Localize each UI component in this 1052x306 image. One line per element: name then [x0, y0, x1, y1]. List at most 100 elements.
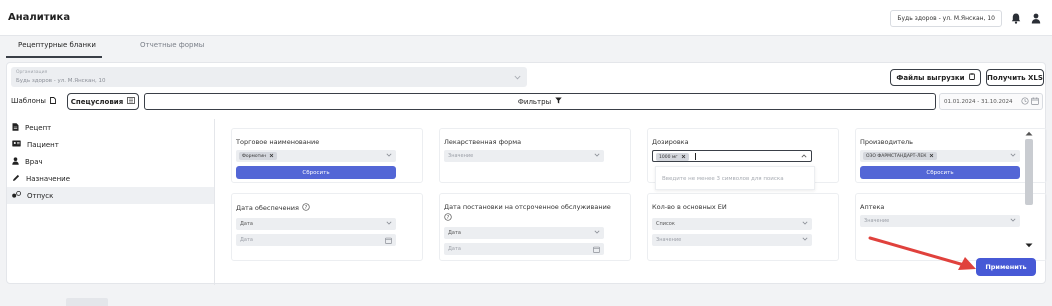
provision-date-label: Дата обеспечения: [236, 204, 299, 212]
date-range-value: 01.01.2024 - 31.10.2024: [944, 99, 1013, 105]
close-icon[interactable]: [269, 153, 274, 160]
tab-report-forms[interactable]: Отчетные формы: [140, 41, 204, 49]
dosage-form-label: Лекарственная форма: [444, 138, 522, 146]
deferred-date-type-select[interactable]: Дата: [444, 227, 604, 239]
units-type-select[interactable]: Список: [652, 218, 812, 230]
select-value: Список: [656, 221, 675, 227]
chevron-down-icon: [1010, 153, 1016, 159]
dosage-input[interactable]: 1000 мг: [652, 150, 812, 162]
sidebar-item-recipe[interactable]: Рецепт: [7, 119, 214, 136]
units-label: Кол-во в основных ЕИ: [652, 203, 727, 211]
chevron-down-icon: [594, 153, 600, 159]
date-range-field[interactable]: 01.01.2024 - 31.10.2024: [939, 93, 1043, 110]
chevron-down-icon: [1010, 218, 1016, 224]
manufacturer-filter: Производитель ОЗО ФАРМСТАНДАРТ-ЛЕК Сброс…: [855, 128, 1047, 183]
chevron-up-icon: [801, 154, 807, 160]
dosage-label: Дозировка: [652, 138, 689, 146]
sidebar-item-label: Рецепт: [25, 123, 52, 132]
placeholder-text: Значение: [864, 218, 890, 224]
bell-icon[interactable]: [1008, 10, 1024, 26]
sidebar-item-dispense[interactable]: Отпуск: [7, 187, 214, 204]
scrollbar-thumb[interactable]: [1025, 139, 1033, 205]
footer-tab-stub: [66, 298, 108, 306]
chip-label: Формотин: [242, 153, 267, 159]
page-title: Аналитика: [8, 12, 71, 23]
chevron-down-icon: [514, 73, 521, 82]
get-xls-button[interactable]: Получить XLS: [986, 69, 1044, 86]
sidebar-item-label: Врач: [25, 157, 43, 166]
templates-label: Шаблоны: [11, 97, 46, 105]
clock-icon: [1021, 97, 1029, 107]
manufacturer-select[interactable]: ОЗО ФАРМСТАНДАРТ-ЛЕК: [860, 150, 1020, 162]
id-card-icon: [12, 140, 21, 149]
pharmacy-label: Аптека: [860, 203, 885, 211]
apply-button[interactable]: Применить: [976, 258, 1036, 276]
trade-name-filter: Торговое наименование Формотин Сбросить: [231, 128, 423, 183]
organization-selector[interactable]: Будь здоров - ул. М.Янскан, 10: [890, 10, 1002, 27]
dosage-form-select[interactable]: Значение: [444, 150, 604, 162]
deferred-date-input[interactable]: Дата: [444, 243, 604, 255]
dosage-hint-dropdown: Введите не менее 3 символов для поиска: [655, 166, 815, 190]
trade-name-select[interactable]: Формотин: [236, 150, 396, 162]
special-conditions-button[interactable]: Спецусловия: [67, 93, 139, 110]
person-icon: [12, 156, 19, 167]
top-bar: Аналитика Будь здоров - ул. М.Янскан, 10: [0, 0, 1052, 36]
dosage-form-filter: Лекарственная форма Значение: [439, 128, 631, 183]
trade-name-label: Торговое наименование: [236, 138, 320, 146]
templates-button[interactable]: Шаблоны: [11, 93, 61, 109]
list-icon: [127, 97, 136, 106]
provision-date-input[interactable]: Дата: [236, 234, 396, 246]
document-icon: [50, 96, 56, 106]
calendar-icon[interactable]: [385, 237, 392, 246]
calendar-icon[interactable]: [593, 246, 600, 255]
vertical-scrollbar[interactable]: [1023, 127, 1033, 250]
tab-bar: Рецептурные бланки Отчетные формы: [0, 36, 1052, 60]
filters-label: Фильтры: [517, 97, 552, 106]
chevron-down-icon: [386, 153, 392, 159]
organization-field[interactable]: Организация Будь здоров - ул. М.Янскан, …: [11, 67, 527, 87]
sidebar-item-label: Пациент: [27, 140, 59, 149]
category-sidebar: Рецепт Пациент Врач Назначение Отпуск: [7, 119, 215, 285]
pills-icon: [12, 191, 21, 200]
pharmacy-select[interactable]: Значение: [860, 215, 1020, 227]
selected-chip: ОЗО ФАРМСТАНДАРТ-ЛЕК: [863, 152, 938, 160]
date-placeholder: Дата: [448, 246, 461, 252]
sidebar-item-patient[interactable]: Пациент: [7, 136, 214, 153]
reset-trade-name-button[interactable]: Сбросить: [236, 166, 396, 179]
annotation-arrow-icon: [868, 236, 976, 270]
pen-icon: [12, 174, 20, 184]
close-icon[interactable]: [681, 154, 686, 161]
chevron-down-icon: [594, 230, 600, 236]
chip-label: ОЗО ФАРМСТАНДАРТ-ЛЕК: [866, 153, 927, 159]
select-value: Дата: [240, 221, 253, 227]
help-icon[interactable]: ?: [444, 213, 452, 223]
active-tab-indicator: [6, 56, 102, 58]
export-files-button[interactable]: Файлы выгрузки: [890, 69, 981, 86]
deferred-date-filter: Дата постановки на отсроченное обслужива…: [439, 193, 631, 261]
filter-funnel-icon: [555, 97, 562, 106]
sidebar-item-doctor[interactable]: Врач: [7, 153, 214, 170]
special-conditions-label: Спецусловия: [70, 97, 124, 106]
tab-prescription-forms[interactable]: Рецептурные бланки: [18, 41, 96, 49]
calendar-icon[interactable]: [1031, 97, 1039, 107]
close-icon[interactable]: [929, 153, 934, 160]
manufacturer-label: Производитель: [860, 138, 913, 146]
text-cursor: [695, 153, 696, 160]
user-icon[interactable]: [1028, 10, 1044, 26]
units-filter: Кол-во в основных ЕИ Список Значение: [647, 193, 839, 261]
chevron-down-icon: [386, 221, 392, 227]
help-icon[interactable]: ?: [302, 203, 310, 213]
filters-toggle[interactable]: Фильтры: [144, 93, 936, 110]
provision-date-type-select[interactable]: Дата: [236, 218, 396, 230]
dosage-hint-text: Введите не менее 3 символов для поиска: [662, 176, 784, 182]
chip-label: 1000 мг: [659, 154, 678, 160]
toolbar-row: Шаблоны Спецусловия Фильтры 01.01.2024 -…: [11, 91, 1043, 111]
chevron-down-icon: [802, 221, 808, 227]
scroll-up-icon[interactable]: [1025, 129, 1033, 138]
sidebar-item-label: Отпуск: [27, 191, 54, 200]
reset-manufacturer-button[interactable]: Сбросить: [860, 166, 1020, 179]
scroll-down-icon[interactable]: [1025, 241, 1033, 250]
units-value-select[interactable]: Значение: [652, 234, 812, 246]
sidebar-item-prescription[interactable]: Назначение: [7, 170, 214, 187]
svg-text:?: ?: [447, 215, 450, 221]
